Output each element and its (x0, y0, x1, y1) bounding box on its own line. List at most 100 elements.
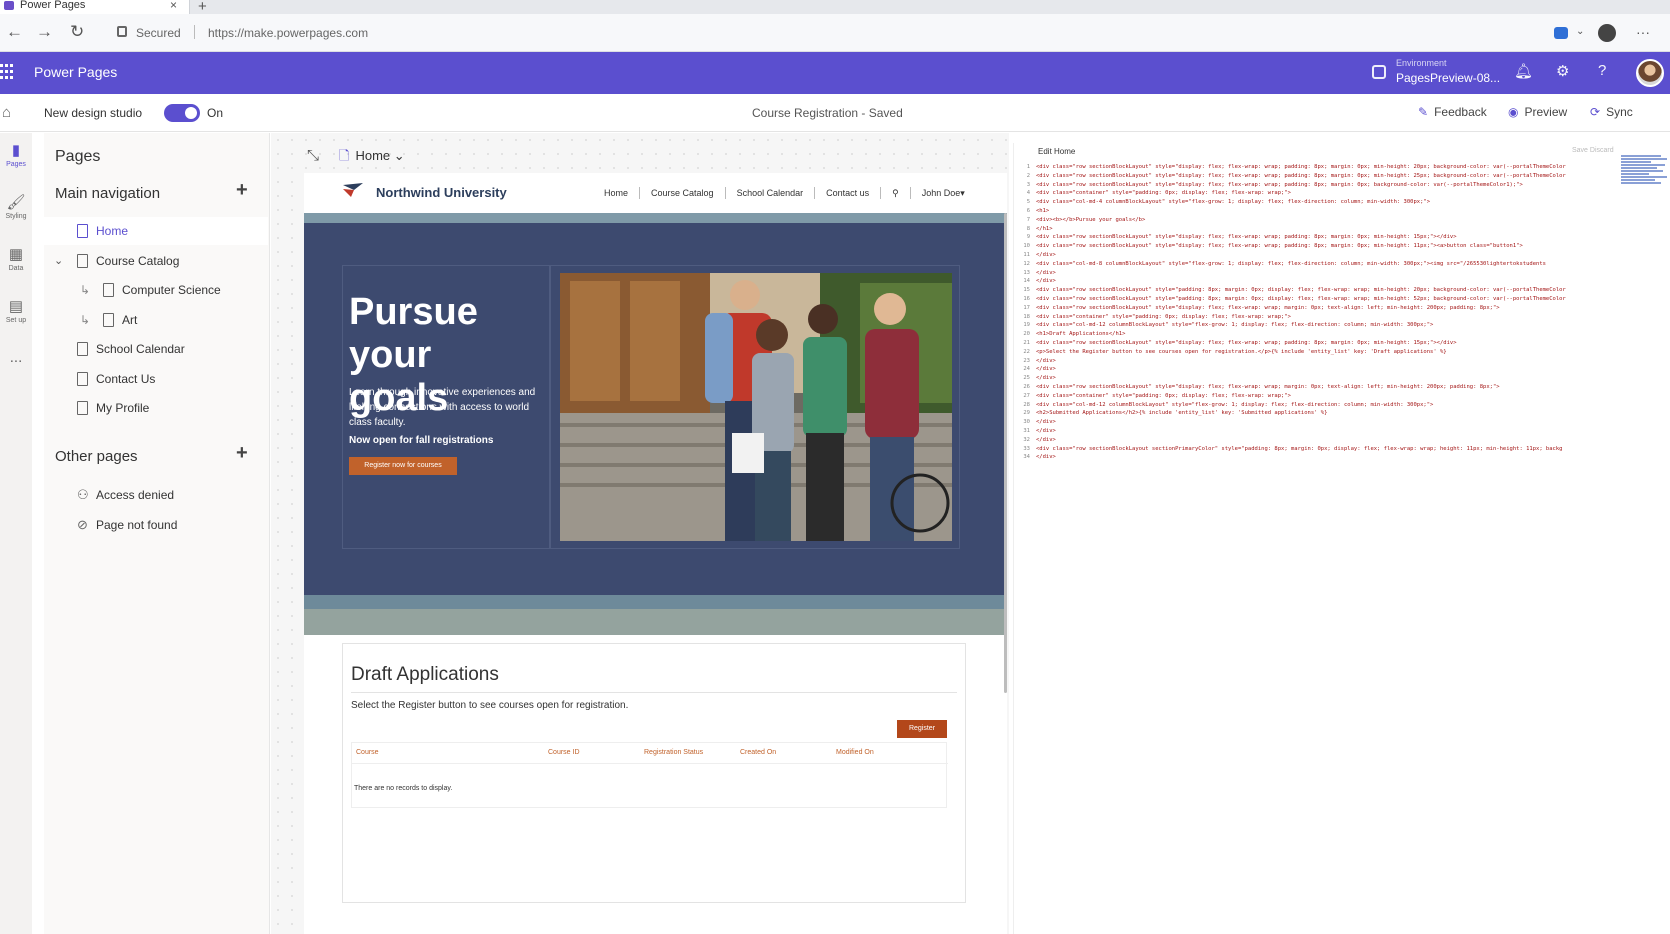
code-line[interactable]: 3 <div class="row sectionBlockLayout" sty… (1014, 181, 1612, 190)
nav-item-home[interactable]: Home (44, 217, 268, 245)
rail-item-more[interactable]: ... (0, 349, 32, 366)
preview-button[interactable]: ◉ Preview (1508, 105, 1567, 119)
expand-icon[interactable]: ⤡ (307, 147, 319, 164)
forward-arrow-icon[interactable]: → (36, 22, 53, 42)
code-line[interactable]: 28 <div class="col-md-12 columnBlockLayo… (1014, 401, 1612, 410)
nav-item-contact-us[interactable]: Contact Us (44, 365, 268, 393)
grid-header-course-id[interactable]: Course ID (548, 749, 580, 756)
line-number: 9 (1026, 234, 1030, 241)
code-minimap[interactable] (1621, 155, 1669, 189)
code-line[interactable]: 13 </div> (1014, 269, 1612, 278)
code-line[interactable]: 10 <div class="row sectionBlockLayout" s… (1014, 242, 1612, 251)
page-selector-dropdown[interactable]: 🗋 Home ⌄ (339, 147, 405, 169)
code-line[interactable]: 18 <div class="container" style="padding… (1014, 313, 1612, 322)
browser-tab[interactable]: Power Pages × (0, 0, 190, 14)
site-nav-school-calendar[interactable]: School Calendar (737, 188, 804, 198)
url-input[interactable]: https://make.powerpages.com (208, 26, 368, 40)
code-line[interactable]: 32 </div> (1014, 436, 1612, 445)
subpage-arrow-icon: ↳ (80, 313, 91, 327)
code-line[interactable]: 14 </div> (1014, 277, 1612, 286)
extension-icon[interactable] (1554, 27, 1568, 39)
code-line[interactable]: 15 <div class="row sectionBlockLayout" st… (1014, 286, 1612, 295)
back-arrow-icon[interactable]: ← (6, 22, 23, 42)
nav-item-course-catalog[interactable]: ⌄ Course Catalog (44, 247, 268, 275)
code-editor-actions[interactable]: Save Discard (1572, 147, 1614, 154)
site-nav-home[interactable]: Home (604, 188, 628, 198)
grid-header-created-on[interactable]: Created On (740, 749, 776, 756)
code-line[interactable]: 1 <div class="row sectionBlockLayout" sty… (1014, 163, 1612, 172)
more-options-icon[interactable]: ··· (1636, 24, 1650, 40)
add-main-nav-page-icon[interactable]: + (236, 179, 248, 202)
environment-picker[interactable]: PagesPreview-08... (1396, 71, 1500, 85)
code-line[interactable]: 30 </div> (1014, 418, 1612, 427)
code-line[interactable]: 17 <div class="row sectionBlockLayout" st… (1014, 304, 1612, 313)
code-editor-text[interactable]: 1 <div class="row sectionBlockLayout" sty… (1014, 163, 1612, 462)
code-line[interactable]: 11 </div> (1014, 251, 1612, 260)
code-line[interactable]: 6 <h1> (1014, 207, 1612, 216)
register-now-button[interactable]: Register now for courses (349, 457, 457, 475)
code-line[interactable]: 12 <div class="col-md-8 columnBlockLayou… (1014, 260, 1612, 269)
close-tab-icon[interactable]: × (170, 0, 177, 11)
design-studio-toggle[interactable] (164, 104, 200, 122)
browser-profile-icon[interactable] (1598, 24, 1616, 42)
add-other-page-icon[interactable]: + (236, 442, 248, 465)
code-line[interactable]: 9 <div class="row sectionBlockLayout" st… (1014, 233, 1612, 242)
code-line[interactable]: 21 <div class="row sectionBlockLayout" s… (1014, 339, 1612, 348)
code-line[interactable]: 5 <div class="col-md-4 columnBlockLayout… (1014, 198, 1612, 207)
code-line[interactable]: 8 </h1> (1014, 225, 1612, 234)
grid-header-registration-status[interactable]: Registration Status (644, 749, 703, 756)
line-number: 24 (1023, 366, 1030, 373)
code-line[interactable]: 16 <div class="row sectionBlockLayout" st… (1014, 295, 1612, 304)
page-icon (77, 224, 88, 238)
nav-item-school-calendar[interactable]: School Calendar (44, 335, 268, 363)
refresh-icon[interactable]: ↻ (70, 22, 84, 42)
rail-item-setup[interactable]: ▤ Set up (0, 297, 32, 324)
code-line[interactable]: 7 <div><b></b>Pursue your goals</b> (1014, 216, 1612, 225)
canvas-scrollbar[interactable] (1004, 213, 1007, 693)
code-text: <div class="container" style="padding: 0… (1036, 392, 1291, 399)
code-line[interactable]: 19 <div class="col-md-12 columnBlockLayo… (1014, 321, 1612, 330)
grid-header-modified-on[interactable]: Modified On (836, 749, 874, 756)
app-launcher-icon[interactable] (0, 64, 16, 80)
code-line[interactable]: 34 </div> (1014, 453, 1612, 462)
sync-button[interactable]: ⟳ Sync (1590, 105, 1633, 119)
home-icon[interactable]: ⌂ (2, 104, 11, 121)
settings-gear-icon[interactable]: ⚙ (1556, 62, 1569, 80)
nav-item-my-profile[interactable]: My Profile (44, 394, 268, 422)
site-search-icon[interactable]: ⚲ (892, 188, 899, 199)
code-line[interactable]: 29 <h2>Submitted Applications</h2>{% inc… (1014, 409, 1612, 418)
chevron-down-icon[interactable]: ⌄ (54, 247, 63, 275)
code-line[interactable]: 23 </div> (1014, 357, 1612, 366)
site-user-menu[interactable]: John Doe (922, 188, 961, 198)
nav-item-page-not-found[interactable]: ⊘ Page not found (44, 511, 268, 539)
code-line[interactable]: 27 <div class="container" style="padding… (1014, 392, 1612, 401)
feedback-button[interactable]: ✎ Feedback (1418, 105, 1487, 119)
rail-item-data[interactable]: ▦ Data (0, 245, 32, 272)
code-line[interactable]: 25 </div> (1014, 374, 1612, 383)
rail-item-pages[interactable]: ▮ Pages (0, 141, 32, 168)
code-line[interactable]: 26 <div class="row sectionBlockLayout" st… (1014, 383, 1612, 392)
code-line[interactable]: 4 <div class="container" style="padding:… (1014, 189, 1612, 198)
help-question-icon[interactable]: ? (1598, 62, 1606, 79)
nav-item-art[interactable]: ↳ Art (44, 306, 268, 334)
chevron-down-icon[interactable]: ⌄ (1576, 26, 1584, 37)
user-avatar[interactable] (1636, 59, 1664, 87)
nav-item-label: Access denied (96, 488, 175, 502)
code-line[interactable]: 20 <h1>Draft Applications</h1> (1014, 330, 1612, 339)
new-tab-icon[interactable]: + (198, 0, 207, 15)
code-line[interactable]: 24 </div> (1014, 365, 1612, 374)
nav-item-access-denied[interactable]: ⚇ Access denied (44, 481, 268, 509)
line-number: 25 (1023, 375, 1030, 382)
code-line[interactable]: 2 <div class="row sectionBlockLayout" sty… (1014, 172, 1612, 181)
grid-header-course[interactable]: Course (356, 749, 379, 756)
site-nav-course-catalog[interactable]: Course Catalog (651, 188, 714, 198)
code-text: <div class="row sectionBlockLayout" styl… (1036, 234, 1457, 241)
code-line[interactable]: 22 <p>Select the Register button to see … (1014, 348, 1612, 357)
code-line[interactable]: 33 <div class="row sectionBlockLayout sec… (1014, 445, 1612, 454)
nav-item-computer-science[interactable]: ↳ Computer Science (44, 276, 268, 304)
notifications-bell-icon[interactable]: 🔔︎ (1514, 62, 1533, 80)
code-line[interactable]: 31 </div> (1014, 427, 1612, 436)
site-nav-contact-us[interactable]: Contact us (826, 188, 869, 198)
register-button[interactable]: Register (897, 720, 947, 738)
rail-item-styling[interactable]: 🖌︎ Styling (0, 193, 32, 220)
